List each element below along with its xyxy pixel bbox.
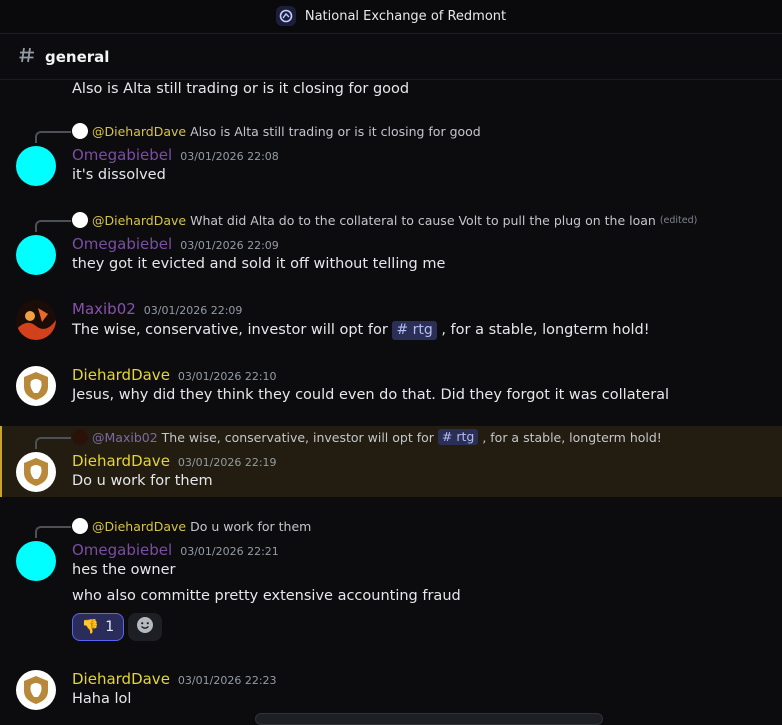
message-header: Omegabiebel 03/01/2026 22:21 xyxy=(72,541,279,561)
message-author[interactable]: Omegabiebel xyxy=(72,146,172,164)
message-timestamp: 03/01/2026 22:08 xyxy=(180,150,279,163)
reply-text: Also is Alta still trading or is it clos… xyxy=(190,123,481,139)
reply-mention[interactable]: @DiehardDave xyxy=(92,213,186,228)
avatar[interactable] xyxy=(16,541,56,581)
server-logo-icon xyxy=(275,6,296,26)
message-item: @DiehardDave Do u work for them Omegabie… xyxy=(0,515,782,645)
message-author[interactable]: DiehardDave xyxy=(72,670,170,688)
reply-avatar xyxy=(72,429,88,445)
reaction-count: 1 xyxy=(105,619,115,635)
reply-spine xyxy=(35,526,71,538)
message-item: Also is Alta still trading or is it clos… xyxy=(0,80,782,104)
reply-spine xyxy=(35,437,71,449)
message-timestamp: 03/01/2026 22:21 xyxy=(180,545,279,558)
reply-preview[interactable]: @Maxib02 The wise, conservative, investo… xyxy=(72,428,662,446)
add-reaction-button[interactable] xyxy=(128,613,162,641)
reply-preview[interactable]: @DiehardDave What did Alta do to the col… xyxy=(72,211,697,229)
avatar[interactable] xyxy=(16,452,56,492)
message-author[interactable]: Omegabiebel xyxy=(72,235,172,253)
reply-mention[interactable]: @DiehardDave xyxy=(92,124,186,139)
channel-mention[interactable]: # rtg xyxy=(392,321,437,340)
message-author[interactable]: Omegabiebel xyxy=(72,541,172,559)
message-content: it's dissolved xyxy=(72,167,166,183)
reply-preview[interactable]: @DiehardDave Also is Alta still trading … xyxy=(72,122,481,140)
smiley-icon xyxy=(136,616,154,638)
thumbs-down-icon: 👎 xyxy=(81,619,100,635)
message-author[interactable]: DiehardDave xyxy=(72,452,170,470)
message-content: hes the owner xyxy=(72,562,176,578)
reply-avatar xyxy=(72,518,88,534)
message-list[interactable]: Also is Alta still trading or is it clos… xyxy=(0,80,782,719)
message-header: DiehardDave 03/01/2026 22:19 xyxy=(72,452,277,472)
reply-spine xyxy=(35,131,71,143)
message-item: DiehardDave 03/01/2026 22:10 Jesus, why … xyxy=(0,364,782,414)
message-timestamp: 03/01/2026 22:23 xyxy=(177,674,277,687)
channel-header: general xyxy=(0,33,782,80)
message-header: DiehardDave 03/01/2026 22:10 xyxy=(72,366,277,386)
reply-preview[interactable]: @DiehardDave Do u work for them xyxy=(72,517,311,535)
avatar[interactable] xyxy=(16,300,56,340)
message-item: DiehardDave 03/01/2026 22:23 Haha lol xyxy=(0,668,782,718)
channel-mention[interactable]: # rtg xyxy=(437,429,479,445)
message-author[interactable]: DiehardDave xyxy=(72,366,170,384)
message-content: Also is Alta still trading or is it clos… xyxy=(72,81,410,97)
message-author[interactable]: Maxib02 xyxy=(72,300,136,318)
message-item-highlighted: @Maxib02 The wise, conservative, investo… xyxy=(0,426,782,497)
channel-name: general xyxy=(45,47,110,66)
reply-mention[interactable]: @Maxib02 xyxy=(92,430,158,445)
server-name: National Exchange of Redmont xyxy=(304,8,507,24)
reply-avatar xyxy=(72,212,88,228)
message-timestamp: 03/01/2026 22:09 xyxy=(143,304,243,317)
reply-spine xyxy=(35,220,71,232)
reply-text: What did Alta do to the collateral to ca… xyxy=(190,212,656,228)
message-header: Omegabiebel 03/01/2026 22:09 xyxy=(72,235,279,255)
message-content: The wise, conservative, investor will op… xyxy=(72,321,650,340)
message-header: DiehardDave 03/01/2026 22:23 xyxy=(72,670,277,690)
avatar[interactable] xyxy=(16,235,56,275)
reply-text: The wise, conservative, investor will op… xyxy=(161,429,434,445)
channel-hash-icon xyxy=(17,45,37,69)
message-timestamp: 03/01/2026 22:09 xyxy=(180,239,279,252)
message-item: Maxib02 03/01/2026 22:09 The wise, conse… xyxy=(0,298,782,348)
message-content: who also committe pretty extensive accou… xyxy=(72,588,461,604)
message-header: Maxib02 03/01/2026 22:09 xyxy=(72,300,242,320)
avatar[interactable] xyxy=(16,366,56,406)
reply-text: , for a stable, longterm hold! xyxy=(482,429,662,445)
message-content: they got it evicted and sold it off with… xyxy=(72,256,446,272)
message-text: The wise, conservative, investor will op… xyxy=(72,322,388,338)
window-titlebar: National Exchange of Redmont xyxy=(0,0,782,32)
message-timestamp: 03/01/2026 22:19 xyxy=(177,456,277,469)
reply-text: Do u work for them xyxy=(190,518,312,534)
avatar[interactable] xyxy=(16,146,56,186)
avatar[interactable] xyxy=(16,670,56,710)
message-header: Omegabiebel 03/01/2026 22:08 xyxy=(72,146,279,166)
message-content: Jesus, why did they think they could eve… xyxy=(72,387,670,403)
message-item: @DiehardDave What did Alta do to the col… xyxy=(0,209,782,281)
reaction-thumbs-down[interactable]: 👎 1 xyxy=(72,613,124,641)
message-timestamp: 03/01/2026 22:10 xyxy=(177,370,277,383)
reply-mention[interactable]: @DiehardDave xyxy=(92,519,186,534)
message-text: , for a stable, longterm hold! xyxy=(441,322,650,338)
edited-label: (edited) xyxy=(659,214,698,226)
message-content: Haha lol xyxy=(72,691,132,707)
message-content: Do u work for them xyxy=(72,473,213,489)
reply-avatar xyxy=(72,123,88,139)
scroll-to-bottom-bar[interactable] xyxy=(255,713,603,725)
message-item: @DiehardDave Also is Alta still trading … xyxy=(0,120,782,192)
